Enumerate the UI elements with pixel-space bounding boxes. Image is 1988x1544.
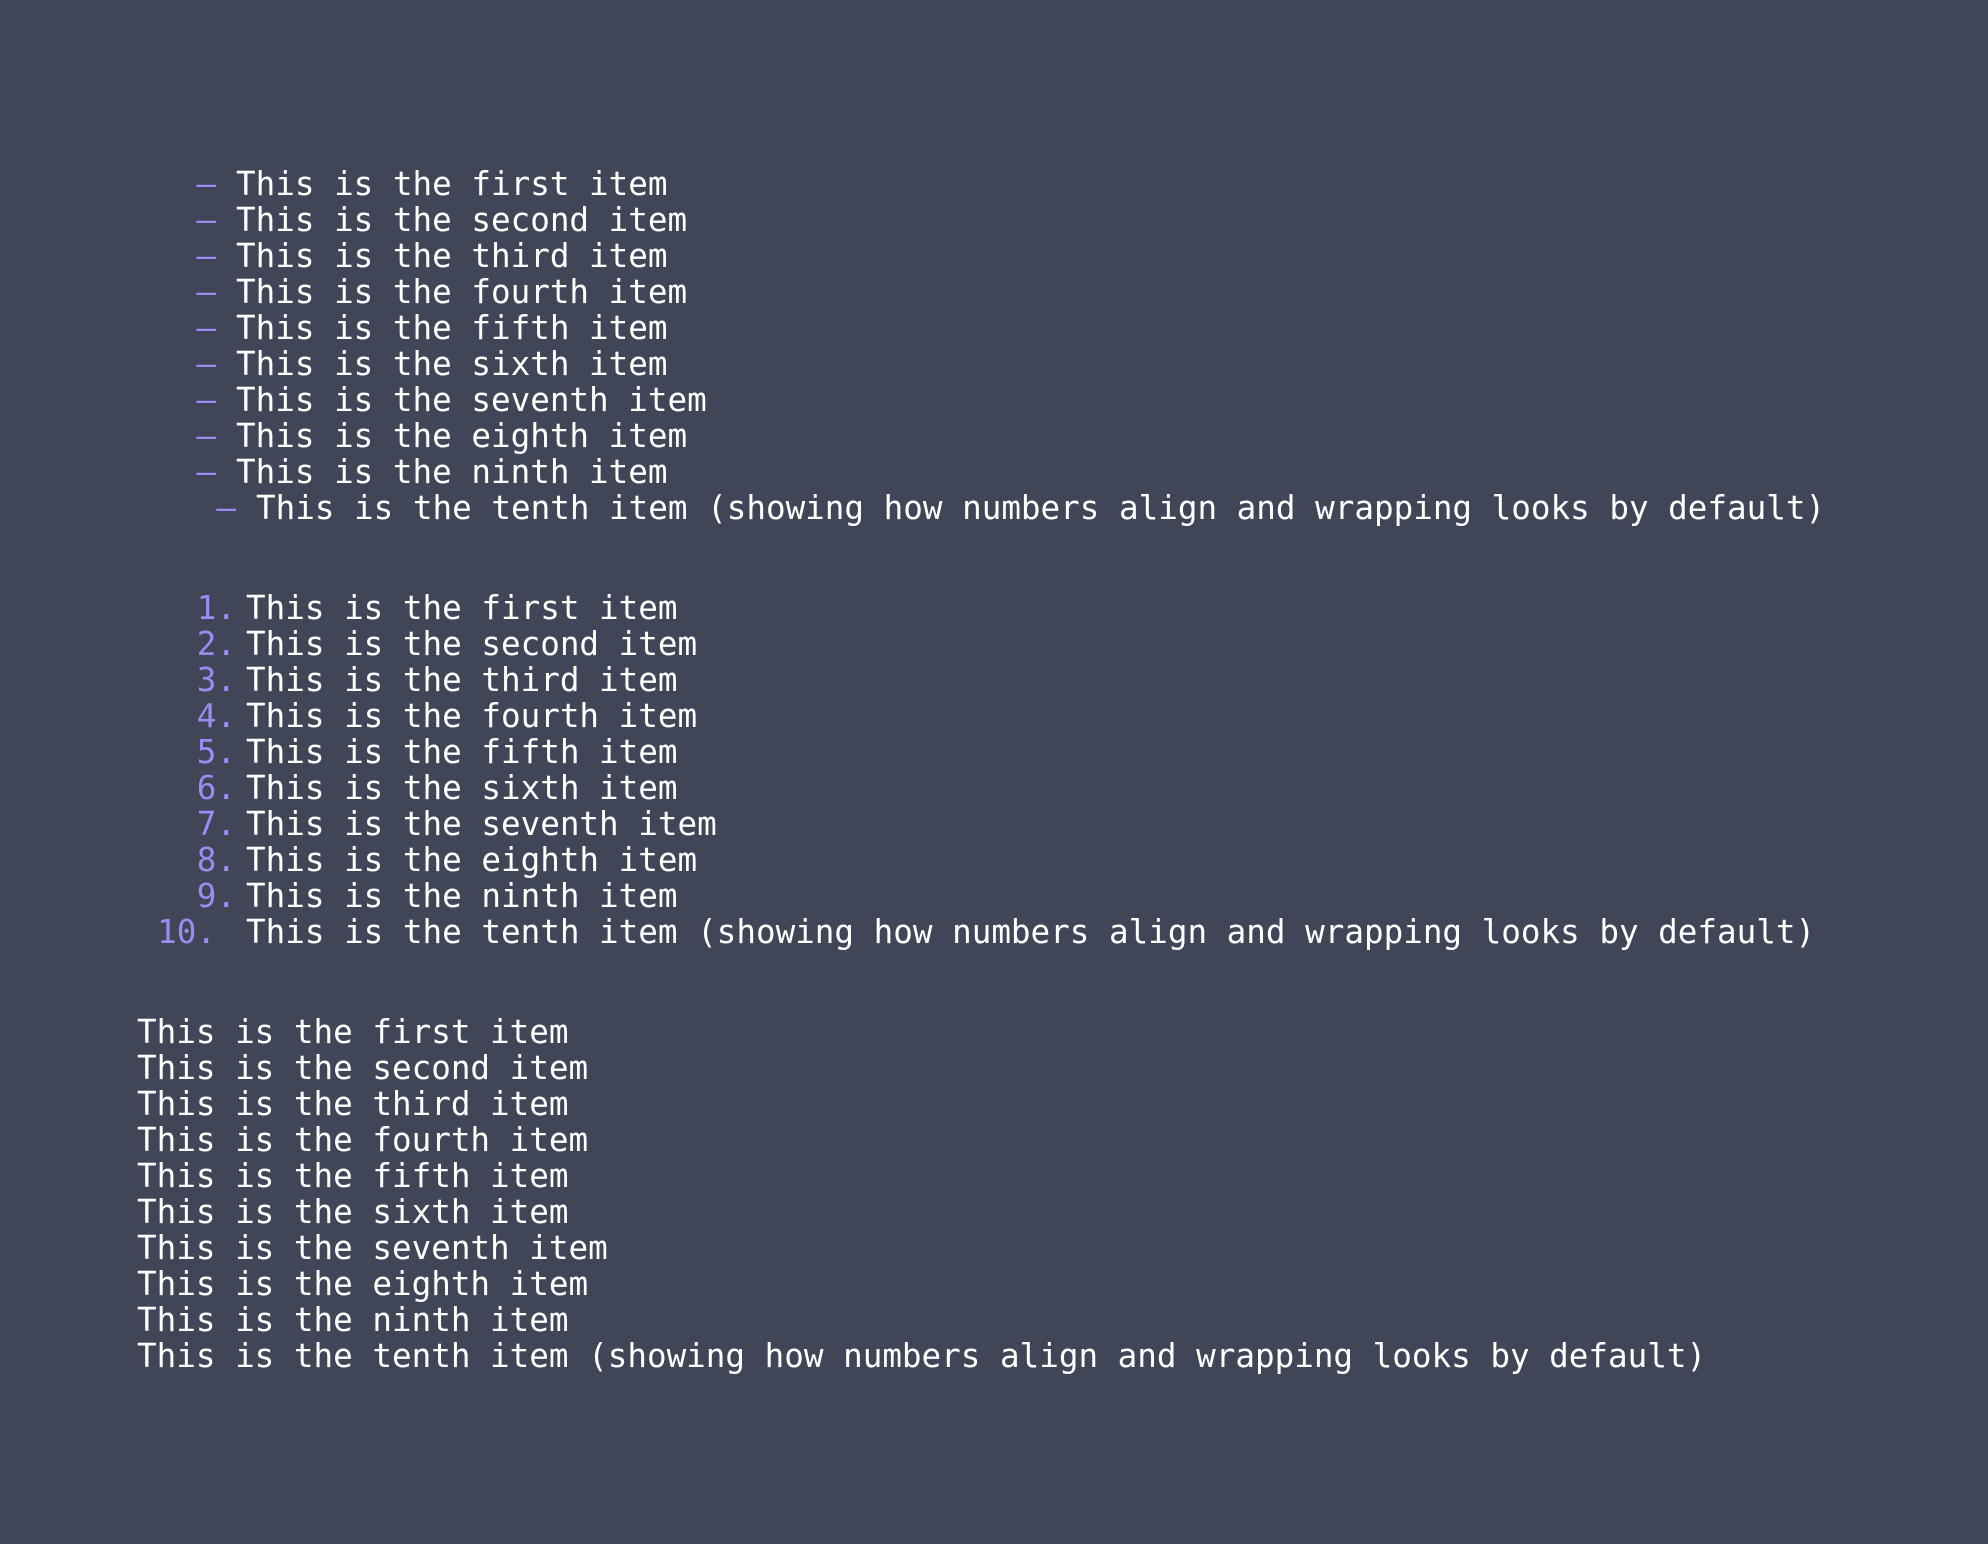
plain-list-item: This is the fourth item: [137, 1122, 1706, 1158]
list-item-text: This is the third item: [236, 237, 668, 275]
list-item-text: This is the second item: [236, 201, 688, 239]
list-item-text: This is the first item: [137, 1013, 569, 1051]
plain-list-item: This is the sixth item: [137, 1194, 1706, 1230]
numbered-list-item: 7. This is the seventh item: [0, 806, 1815, 842]
bullet-list-item: — This is the third item: [0, 238, 1825, 274]
bullet-list: — This is the first item — This is the sec…: [0, 166, 1825, 526]
dash-bullet-icon: —: [196, 273, 216, 311]
dash-bullet-icon: —: [196, 417, 216, 455]
plain-list-item: This is the first item: [137, 1014, 1706, 1050]
numbered-list-item: 4. This is the fourth item: [0, 698, 1815, 734]
numbered-list-item: 9. This is the ninth item: [0, 878, 1815, 914]
list-item-text: This is the third item: [246, 661, 678, 699]
list-item-text: This is the seventh item: [246, 805, 717, 843]
dash-bullet-icon: —: [196, 453, 216, 491]
plain-list-item: This is the seventh item: [137, 1230, 1706, 1266]
list-item-text: This is the tenth item (showing how numb…: [246, 913, 1816, 951]
list-item-text: This is the eighth item: [137, 1265, 589, 1303]
list-item-text: This is the fifth item: [137, 1157, 569, 1195]
list-item-text: This is the first item: [236, 165, 668, 203]
bullet-list-item: — This is the fourth item: [0, 274, 1825, 310]
list-item-text: This is the ninth item: [137, 1301, 569, 1339]
list-item-text: This is the eighth item: [236, 417, 688, 455]
dash-bullet-icon: —: [196, 381, 216, 419]
list-item-text: This is the second item: [137, 1049, 589, 1087]
item-number: 6.: [196, 769, 236, 807]
list-item-text: This is the eighth item: [246, 841, 698, 879]
list-item-text: This is the seventh item: [137, 1229, 608, 1267]
plain-list-item: This is the ninth item: [137, 1302, 1706, 1338]
list-item-text: This is the second item: [246, 625, 698, 663]
item-number: 4.: [196, 697, 236, 735]
numbered-list-item: 10. This is the tenth item (showing how n…: [0, 914, 1815, 950]
dash-bullet-icon: —: [196, 309, 216, 347]
plain-list-item: This is the second item: [137, 1050, 1706, 1086]
list-item-text: This is the sixth item: [137, 1193, 569, 1231]
item-number: 3.: [196, 661, 236, 699]
plain-list-item: This is the tenth item (showing how numb…: [137, 1338, 1706, 1374]
item-number: 7.: [196, 805, 236, 843]
item-number: 1.: [196, 589, 236, 627]
list-item-text: This is the sixth item: [236, 345, 668, 383]
list-item-text: This is the ninth item: [246, 877, 678, 915]
numbered-list-item: 6. This is the sixth item: [0, 770, 1815, 806]
plain-list: This is the first item This is the secon…: [137, 1014, 1706, 1374]
bullet-list-item: — This is the sixth item: [0, 346, 1825, 382]
dash-bullet-icon: —: [196, 165, 216, 203]
bullet-list-item: — This is the seventh item: [0, 382, 1825, 418]
dash-bullet-icon: —: [196, 237, 216, 275]
numbered-list-item: 2. This is the second item: [0, 626, 1815, 662]
list-item-text: This is the fourth item: [246, 697, 698, 735]
numbered-list-item: 5. This is the fifth item: [0, 734, 1815, 770]
list-item-text: This is the fourth item: [236, 273, 688, 311]
item-number: 8.: [196, 841, 236, 879]
numbered-list-item: 3. This is the third item: [0, 662, 1815, 698]
bullet-list-item: — This is the second item: [0, 202, 1825, 238]
item-number: 2.: [196, 625, 236, 663]
numbered-list-item: 8. This is the eighth item: [0, 842, 1815, 878]
list-item-text: This is the ninth item: [236, 453, 668, 491]
numbered-list: 1. This is the first item 2. This is the s…: [0, 590, 1815, 950]
numbered-list-item: 1. This is the first item: [0, 590, 1815, 626]
plain-list-item: This is the eighth item: [137, 1266, 1706, 1302]
item-number: 9.: [196, 877, 236, 915]
list-item-text: This is the tenth item (showing how numb…: [256, 489, 1826, 527]
list-item-text: This is the seventh item: [236, 381, 707, 419]
list-item-text: This is the third item: [137, 1085, 569, 1123]
bullet-list-item: — This is the fifth item: [0, 310, 1825, 346]
plain-list-item: This is the third item: [137, 1086, 1706, 1122]
list-item-text: This is the fourth item: [137, 1121, 589, 1159]
plain-list-item: This is the fifth item: [137, 1158, 1706, 1194]
list-item-text: This is the fifth item: [236, 309, 668, 347]
item-number: 5.: [196, 733, 236, 771]
bullet-list-item: — This is the ninth item: [0, 454, 1825, 490]
dash-bullet-icon: —: [196, 201, 216, 239]
list-item-text: This is the sixth item: [246, 769, 678, 807]
list-item-text: This is the first item: [246, 589, 678, 627]
bullet-list-item: — This is the first item: [0, 166, 1825, 202]
list-item-text: This is the tenth item (showing how numb…: [137, 1337, 1707, 1375]
bullet-list-item: — This is the tenth item (showing how num…: [0, 490, 1825, 526]
dash-bullet-icon: —: [196, 345, 216, 383]
list-item-text: This is the fifth item: [246, 733, 678, 771]
bullet-list-item: — This is the eighth item: [0, 418, 1825, 454]
dash-bullet-icon: —: [216, 489, 236, 527]
item-number: 10.: [157, 913, 216, 951]
